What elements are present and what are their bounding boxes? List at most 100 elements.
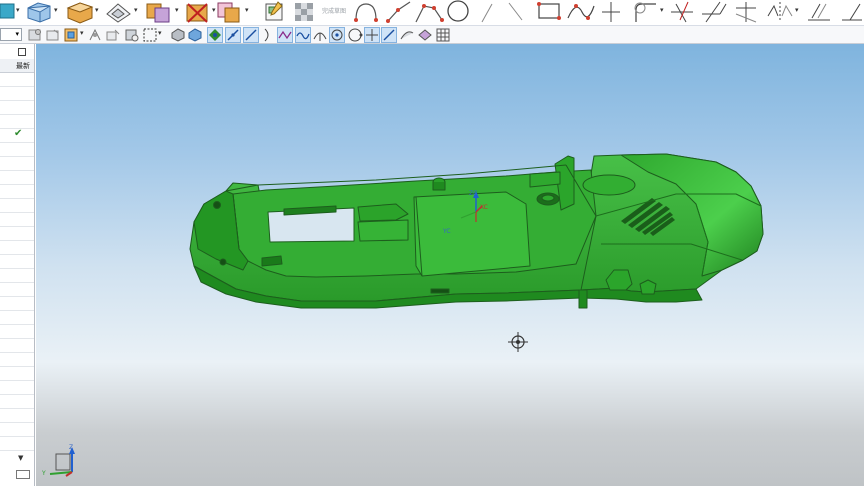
- end-point-icon[interactable]: [207, 27, 223, 43]
- extrude-icon[interactable]: [64, 0, 94, 24]
- select-all-icon[interactable]: [105, 27, 121, 43]
- cad-part-housing[interactable]: [189, 153, 764, 309]
- chevron-down-icon[interactable]: ▾: [80, 29, 84, 37]
- chevron-down-icon: ▾: [15, 30, 19, 38]
- list-item[interactable]: [0, 185, 34, 199]
- list-item[interactable]: [0, 283, 34, 297]
- control-point-icon[interactable]: [243, 27, 259, 43]
- checkmark-icon: ✔: [14, 128, 23, 139]
- part-navigator: 最新 ✔ ▼: [0, 44, 35, 486]
- fillet-icon[interactable]: [632, 0, 662, 24]
- grid-icon[interactable]: [435, 27, 451, 43]
- point-on-face-icon[interactable]: [417, 27, 433, 43]
- select-feature-icon[interactable]: [87, 27, 103, 43]
- line-icon[interactable]: [506, 0, 526, 24]
- graphics-window[interactable]: ZC YC XC Z Y: [36, 44, 864, 486]
- list-item[interactable]: [0, 213, 34, 227]
- circle-icon[interactable]: [446, 0, 470, 24]
- list-item[interactable]: [0, 367, 34, 381]
- select-all-icon[interactable]: [187, 27, 203, 43]
- list-item[interactable]: [0, 395, 34, 409]
- list-item[interactable]: [0, 325, 34, 339]
- list-item[interactable]: [0, 297, 34, 311]
- mirror-icon[interactable]: [764, 0, 796, 24]
- existing-point-icon[interactable]: [312, 27, 328, 43]
- select-part-icon[interactable]: [45, 27, 61, 43]
- chevron-down-icon[interactable]: ▾: [795, 6, 799, 14]
- list-item[interactable]: [0, 227, 34, 241]
- chevron-down-icon[interactable]: ▼: [18, 454, 23, 462]
- shaded-box-icon[interactable]: [170, 27, 186, 43]
- view-triad[interactable]: [49, 447, 75, 477]
- list-item[interactable]: [0, 255, 34, 269]
- pattern-icon[interactable]: [806, 0, 832, 24]
- quadrant-icon[interactable]: [295, 27, 311, 43]
- select-box-icon[interactable]: [63, 27, 79, 43]
- list-item[interactable]: [0, 353, 34, 367]
- list-item[interactable]: [0, 423, 34, 437]
- triad-z-label: Z: [69, 444, 74, 451]
- arc-center-icon[interactable]: [329, 27, 345, 43]
- sketch-finish-icon[interactable]: [262, 0, 288, 24]
- list-item[interactable]: [0, 143, 34, 157]
- list-item[interactable]: [0, 437, 34, 451]
- type-filter-dropdown[interactable]: ▾: [0, 28, 22, 41]
- extend-icon[interactable]: [700, 0, 728, 24]
- list-item[interactable]: [0, 87, 34, 101]
- chevron-down-icon[interactable]: ▾: [175, 6, 179, 14]
- rectangle-icon[interactable]: [534, 0, 564, 24]
- wcs-zc-label: ZC: [469, 190, 478, 197]
- block-icon[interactable]: [24, 0, 52, 24]
- ellipsis-icon[interactable]: [840, 0, 864, 24]
- ribbon-toolbar: ▾ ▾ ▾ ▾ ▾ ▾ ▾ 完成草图 ▾ ▾: [0, 0, 864, 26]
- list-item[interactable]: [0, 115, 34, 129]
- chevron-down-icon[interactable]: ▾: [54, 6, 58, 14]
- arc-icon[interactable]: [478, 0, 498, 24]
- arc-icon[interactable]: [352, 0, 380, 24]
- details-panel-toggle[interactable]: [16, 470, 30, 479]
- chevron-down-icon[interactable]: ▾: [158, 29, 162, 37]
- intersect-icon[interactable]: [215, 0, 243, 24]
- list-item[interactable]: [0, 101, 34, 115]
- checker-icon: [292, 0, 318, 24]
- chevron-down-icon[interactable]: ▾: [95, 6, 99, 14]
- chevron-down-icon[interactable]: ▾: [16, 6, 20, 14]
- arc-center-icon[interactable]: [277, 27, 293, 43]
- maximize-icon[interactable]: [18, 48, 26, 56]
- unite-icon[interactable]: [144, 0, 174, 24]
- chevron-down-icon[interactable]: ▾: [245, 6, 249, 14]
- profile-icon[interactable]: [414, 0, 444, 24]
- list-item[interactable]: [0, 73, 34, 87]
- point-icon[interactable]: [600, 0, 622, 24]
- revolve-icon[interactable]: [103, 0, 133, 24]
- wcs-xc-label: XC: [480, 204, 488, 211]
- list-item[interactable]: [0, 311, 34, 325]
- triad-y-label: Y: [42, 470, 46, 477]
- list-item[interactable]: [0, 171, 34, 185]
- trim-icon[interactable]: [668, 0, 696, 24]
- shaded-box-icon[interactable]: [124, 27, 140, 43]
- marquee-icon[interactable]: [142, 27, 158, 43]
- selection-bar: ▾ ▾ ▾: [0, 26, 864, 44]
- chevron-down-icon[interactable]: ▾: [660, 6, 664, 14]
- mid-point-icon[interactable]: [225, 27, 241, 43]
- list-item[interactable]: [0, 381, 34, 395]
- offset-curve-icon[interactable]: [732, 0, 760, 24]
- list-item[interactable]: [0, 269, 34, 283]
- point-on-curve-icon[interactable]: [364, 27, 380, 43]
- intersection-icon[interactable]: [261, 27, 277, 43]
- point-on-curve-icon[interactable]: [381, 27, 397, 43]
- chevron-down-icon[interactable]: ▾: [134, 6, 138, 14]
- list-item[interactable]: [0, 339, 34, 353]
- polyline-icon[interactable]: [384, 0, 414, 24]
- snap-icon[interactable]: [27, 27, 43, 43]
- list-item[interactable]: [0, 241, 34, 255]
- navigator-column-header[interactable]: 最新: [0, 59, 34, 73]
- studio-spline-icon[interactable]: [566, 0, 596, 24]
- subtract-icon[interactable]: [183, 0, 213, 24]
- list-item[interactable]: [0, 199, 34, 213]
- list-item[interactable]: [0, 409, 34, 423]
- list-item[interactable]: [0, 157, 34, 171]
- point-on-face-icon[interactable]: [399, 27, 415, 43]
- quadrant-icon[interactable]: [347, 27, 363, 43]
